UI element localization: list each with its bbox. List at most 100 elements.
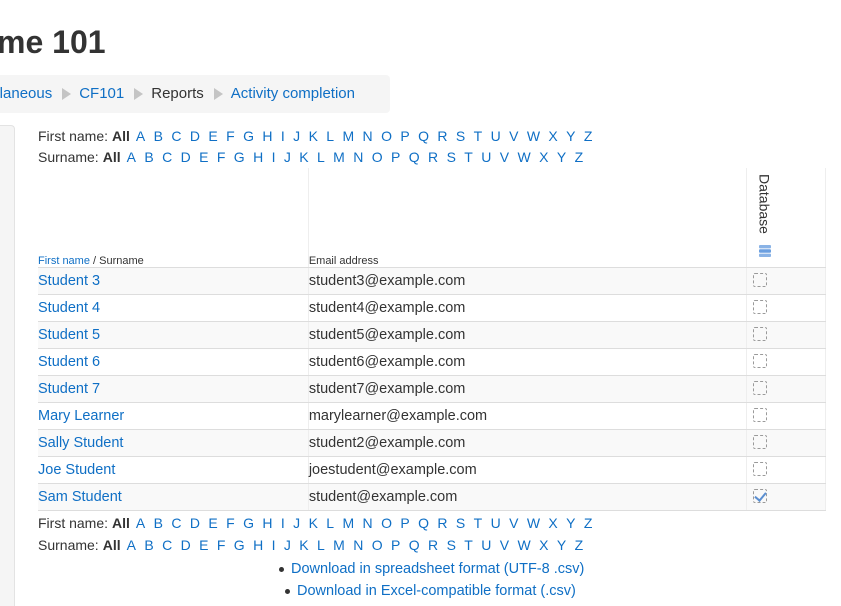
filter-letter-m[interactable]: M [333, 149, 345, 165]
filter-letter-a[interactable]: A [136, 128, 145, 144]
filter-letter-i[interactable]: I [272, 149, 276, 165]
filter-letter-v[interactable]: V [509, 128, 518, 144]
filter-letter-s[interactable]: S [456, 128, 465, 144]
breadcrumb-item-miscellaneous[interactable]: ellaneous [0, 75, 52, 113]
filter-letter-y[interactable]: Y [557, 537, 566, 553]
filter-letter-f[interactable]: F [217, 149, 226, 165]
filter-letter-e[interactable]: E [199, 149, 208, 165]
filter-letter-l[interactable]: L [317, 537, 325, 553]
filter-letter-n[interactable]: N [353, 537, 363, 553]
filter-letter-e[interactable]: E [208, 128, 217, 144]
filter-letter-y[interactable]: Y [566, 128, 575, 144]
filter-letter-z[interactable]: Z [575, 537, 584, 553]
filter-letter-o[interactable]: O [372, 149, 383, 165]
filter-letter-z[interactable]: Z [575, 149, 584, 165]
filter-letter-d[interactable]: D [181, 149, 191, 165]
breadcrumb-item-course[interactable]: CF101 [79, 75, 124, 113]
filter-letter-k[interactable]: K [309, 128, 318, 144]
filter-letter-g[interactable]: G [243, 515, 254, 531]
filter-letter-u[interactable]: U [481, 537, 491, 553]
download-utf8-csv-link[interactable]: Download in spreadsheet format (UTF-8 .c… [291, 561, 584, 577]
filter-letter-r[interactable]: R [428, 537, 438, 553]
user-profile-link[interactable]: Sally Student [38, 435, 123, 451]
filter-letter-b[interactable]: B [154, 128, 163, 144]
filter-letter-d[interactable]: D [190, 515, 200, 531]
user-profile-link[interactable]: Joe Student [38, 462, 115, 478]
filter-letter-g[interactable]: G [234, 149, 245, 165]
filter-letter-j[interactable]: J [293, 128, 300, 144]
filter-letter-w[interactable]: W [518, 537, 531, 553]
filter-letter-d[interactable]: D [190, 128, 200, 144]
sort-surname-link[interactable]: Surname [99, 255, 144, 267]
filter-letter-n[interactable]: N [363, 515, 373, 531]
filter-letter-a[interactable]: A [127, 537, 136, 553]
filter-letter-c[interactable]: C [162, 149, 172, 165]
filter-letter-n[interactable]: N [353, 149, 363, 165]
filter-letter-j[interactable]: J [284, 149, 291, 165]
filter-letter-t[interactable]: T [464, 149, 473, 165]
user-profile-link[interactable]: Student 5 [38, 327, 100, 343]
filter-letter-k[interactable]: K [299, 537, 308, 553]
user-profile-link[interactable]: Student 3 [38, 273, 100, 289]
filter-letter-r[interactable]: R [437, 515, 447, 531]
filter-letter-p[interactable]: P [391, 537, 400, 553]
user-profile-link[interactable]: Student 6 [38, 354, 100, 370]
filter-letter-y[interactable]: Y [566, 515, 575, 531]
filter-letter-t[interactable]: T [474, 128, 483, 144]
filter-letter-r[interactable]: R [428, 149, 438, 165]
filter-letter-h[interactable]: H [253, 149, 263, 165]
filter-letter-m[interactable]: M [342, 128, 354, 144]
filter-letter-x[interactable]: X [548, 515, 557, 531]
filter-letter-c[interactable]: C [171, 515, 181, 531]
filter-letter-h[interactable]: H [262, 515, 272, 531]
breadcrumb-item-activity-completion[interactable]: Activity completion [231, 75, 355, 113]
filter-letter-s[interactable]: S [456, 515, 465, 531]
filter-letter-i[interactable]: I [272, 537, 276, 553]
filter-letter-q[interactable]: Q [409, 149, 420, 165]
filter-letter-p[interactable]: P [391, 149, 400, 165]
filter-letter-k[interactable]: K [299, 149, 308, 165]
filter-letter-b[interactable]: B [154, 515, 163, 531]
filter-letter-t[interactable]: T [474, 515, 483, 531]
filter-letter-z[interactable]: Z [584, 128, 593, 144]
user-profile-link[interactable]: Student 4 [38, 300, 100, 316]
user-profile-link[interactable]: Student 7 [38, 381, 100, 397]
user-profile-link[interactable]: Sam Student [38, 489, 122, 505]
filter-letter-h[interactable]: H [253, 537, 263, 553]
filter-letter-m[interactable]: M [342, 515, 354, 531]
filter-letter-x[interactable]: X [539, 149, 548, 165]
filter-letter-p[interactable]: P [400, 128, 409, 144]
filter-letter-o[interactable]: O [381, 128, 392, 144]
filter-letter-v[interactable]: V [500, 537, 509, 553]
filter-letter-o[interactable]: O [381, 515, 392, 531]
filter-letter-s[interactable]: S [447, 149, 456, 165]
filter-letter-e[interactable]: E [199, 537, 208, 553]
filter-letter-f[interactable]: F [226, 515, 235, 531]
filter-letter-t[interactable]: T [464, 537, 473, 553]
filter-letter-v[interactable]: V [509, 515, 518, 531]
filter-letter-u[interactable]: U [491, 515, 501, 531]
filter-letter-f[interactable]: F [217, 537, 226, 553]
filter-letter-q[interactable]: Q [418, 515, 429, 531]
filter-letter-d[interactable]: D [181, 537, 191, 553]
filter-letter-y[interactable]: Y [557, 149, 566, 165]
filter-letter-v[interactable]: V [500, 149, 509, 165]
filter-letter-e[interactable]: E [208, 515, 217, 531]
filter-letter-z[interactable]: Z [584, 515, 593, 531]
filter-letter-h[interactable]: H [262, 128, 272, 144]
filter-letter-b[interactable]: B [144, 537, 153, 553]
filter-letter-b[interactable]: B [144, 149, 153, 165]
filter-letter-j[interactable]: J [284, 537, 291, 553]
filter-letter-w[interactable]: W [518, 149, 531, 165]
filter-letter-a[interactable]: A [136, 515, 145, 531]
filter-letter-g[interactable]: G [243, 128, 254, 144]
sort-first-name-link[interactable]: First name [38, 255, 90, 267]
user-profile-link[interactable]: Mary Learner [38, 408, 124, 424]
filter-letter-f[interactable]: F [226, 128, 235, 144]
filter-letter-q[interactable]: Q [418, 128, 429, 144]
filter-letter-u[interactable]: U [481, 149, 491, 165]
filter-letter-w[interactable]: W [527, 128, 540, 144]
filter-letter-r[interactable]: R [437, 128, 447, 144]
filter-letter-i[interactable]: I [281, 128, 285, 144]
filter-letter-s[interactable]: S [447, 537, 456, 553]
